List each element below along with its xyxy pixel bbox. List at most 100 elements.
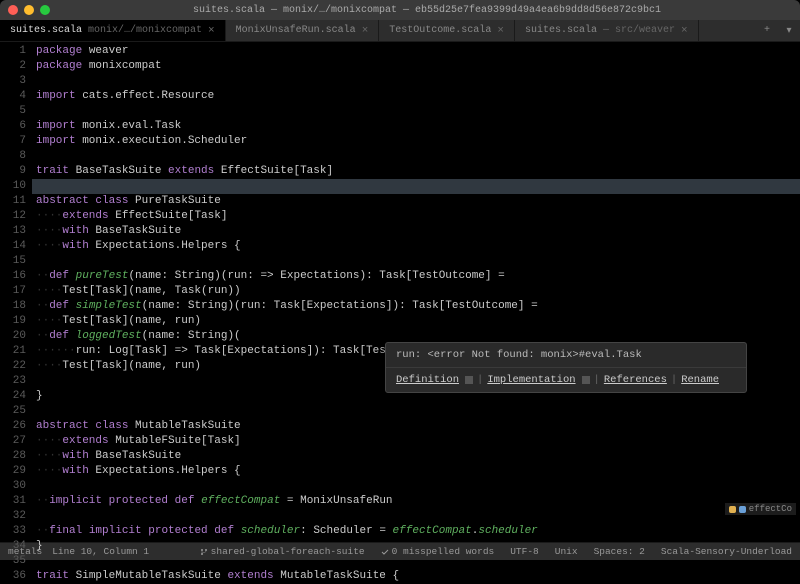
popup-icon [465, 376, 473, 384]
new-tab-button[interactable]: + [756, 20, 778, 41]
side-usage-indicator[interactable]: effectCo [725, 503, 796, 515]
code-line: abstract class PureTaskSuite [32, 194, 800, 209]
side-indicator-label: effectCo [749, 504, 792, 514]
code-line: import monix.eval.Task [32, 119, 800, 134]
close-icon[interactable]: × [497, 25, 504, 37]
code-line: ··final implicit protected def scheduler… [32, 524, 800, 539]
code-line: trait BaseTaskSuite extends EffectSuite[… [32, 164, 800, 179]
tooltip-action-references[interactable]: References [604, 374, 667, 386]
line-number: 10 [0, 179, 26, 194]
line-number: 4 [0, 89, 26, 104]
line-number: 22 [0, 359, 26, 374]
tab-suites-monixcompat[interactable]: suites.scala monix/…/monixcompat × [0, 20, 226, 41]
line-number: 34 [0, 539, 26, 554]
code-line: package weaver [32, 44, 800, 59]
code-line: ····with Expectations.Helpers { [32, 239, 800, 254]
code-line [32, 554, 800, 569]
line-number: 26 [0, 419, 26, 434]
popup-icon [582, 376, 590, 384]
code-line: ····extends EffectSuite[Task] [32, 209, 800, 224]
line-number: 27 [0, 434, 26, 449]
traffic-lights [8, 5, 50, 15]
line-number: 23 [0, 374, 26, 389]
line-number: 29 [0, 464, 26, 479]
line-number: 6 [0, 119, 26, 134]
line-number: 28 [0, 449, 26, 464]
line-number: 31 [0, 494, 26, 509]
code-line: ····Test[Task](name, run) [32, 314, 800, 329]
line-number: 36 [0, 569, 26, 584]
line-number: 19 [0, 314, 26, 329]
line-number: 13 [0, 224, 26, 239]
line-number: 33 [0, 524, 26, 539]
tab-label: MonixUnsafeRun.scala [236, 25, 356, 36]
line-number-gutter: 1234567891011121314151617181920212223242… [0, 42, 32, 542]
line-number: 30 [0, 479, 26, 494]
code-line [32, 104, 800, 119]
code-line [32, 509, 800, 524]
code-line [32, 479, 800, 494]
code-line: abstract class MutableTaskSuite [32, 419, 800, 434]
line-number: 25 [0, 404, 26, 419]
close-window-icon[interactable] [8, 5, 18, 15]
minimize-window-icon[interactable] [24, 5, 34, 15]
code-line: ····with Expectations.Helpers { [32, 464, 800, 479]
close-icon[interactable]: × [208, 25, 215, 37]
line-number: 9 [0, 164, 26, 179]
line-number: 7 [0, 134, 26, 149]
indicator-dot-icon [739, 506, 746, 513]
tooltip-action-rename[interactable]: Rename [681, 374, 719, 386]
line-number: 14 [0, 239, 26, 254]
tab-menu-button[interactable]: ▾ [778, 20, 800, 41]
window-title: suites.scala — monix/…/monixcompat — eb5… [62, 5, 792, 16]
line-number: 21 [0, 344, 26, 359]
tab-label: suites.scala [525, 25, 597, 36]
code-line: ····with BaseTaskSuite [32, 449, 800, 464]
tab-label: suites.scala [10, 25, 82, 36]
tab-label: TestOutcome.scala [389, 25, 491, 36]
indicator-dot-icon [729, 506, 736, 513]
close-icon[interactable]: × [362, 25, 369, 37]
line-number: 15 [0, 254, 26, 269]
code-line: import monix.execution.Scheduler [32, 134, 800, 149]
code-line [32, 74, 800, 89]
line-number: 20 [0, 329, 26, 344]
code-line [32, 149, 800, 164]
line-number: 12 [0, 209, 26, 224]
code-line [32, 179, 800, 194]
tooltip-actions: Definition | Implementation | References… [386, 368, 746, 392]
line-number: 5 [0, 104, 26, 119]
code-area[interactable]: package weaverpackage monixcompat import … [32, 42, 800, 542]
code-line: import cats.effect.Resource [32, 89, 800, 104]
code-line: } [32, 539, 800, 554]
line-number: 8 [0, 149, 26, 164]
tooltip-action-implementation[interactable]: Implementation [487, 374, 575, 386]
code-line: ··def simpleTest(name: String)(run: Task… [32, 299, 800, 314]
maximize-window-icon[interactable] [40, 5, 50, 15]
code-line: package monixcompat [32, 59, 800, 74]
hover-tooltip: run: <error Not found: monix>#eval.Task … [385, 342, 747, 393]
tab-sublabel: monix/…/monixcompat [88, 25, 202, 36]
code-line: ····with BaseTaskSuite [32, 224, 800, 239]
line-number: 3 [0, 74, 26, 89]
tab-suites-src-weaver[interactable]: suites.scala — src/weaver × [515, 20, 699, 41]
line-number: 2 [0, 59, 26, 74]
code-line [32, 404, 800, 419]
tab-bar: suites.scala monix/…/monixcompat × Monix… [0, 20, 800, 42]
code-line: ····extends MutableFSuite[Task] [32, 434, 800, 449]
close-icon[interactable]: × [681, 25, 688, 37]
code-line [32, 254, 800, 269]
code-line: ··implicit protected def effectCompat = … [32, 494, 800, 509]
line-number: 24 [0, 389, 26, 404]
tab-test-outcome[interactable]: TestOutcome.scala × [379, 20, 515, 41]
line-number: 18 [0, 299, 26, 314]
editor-pane: 1234567891011121314151617181920212223242… [0, 42, 800, 542]
line-number: 16 [0, 269, 26, 284]
code-line: ··def pureTest(name: String)(run: => Exp… [32, 269, 800, 284]
tooltip-action-definition[interactable]: Definition [396, 374, 459, 386]
window-titlebar: suites.scala — monix/…/monixcompat — eb5… [0, 0, 800, 20]
tab-monix-unsafe-run[interactable]: MonixUnsafeRun.scala × [226, 20, 380, 41]
line-number: 32 [0, 509, 26, 524]
line-number: 11 [0, 194, 26, 209]
line-number: 1 [0, 44, 26, 59]
